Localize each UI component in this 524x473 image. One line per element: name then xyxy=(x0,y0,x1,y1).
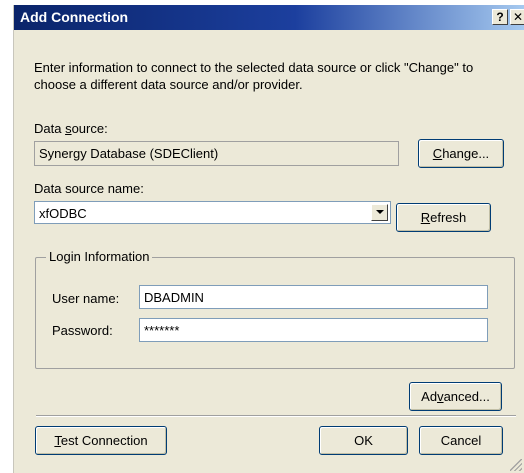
user-name-label: User name: xyxy=(52,291,120,306)
password-field[interactable]: ******* xyxy=(139,318,488,342)
login-information-label: Login Information xyxy=(46,249,153,264)
dialog-title: Add Connection xyxy=(20,9,129,25)
resize-grip-icon[interactable] xyxy=(510,459,522,471)
intro-text: Enter information to connect to the sele… xyxy=(34,60,474,92)
test-connection-button[interactable]: Test Connection xyxy=(35,426,167,455)
user-name-field[interactable]: DBADMIN xyxy=(139,285,488,309)
data-source-name-combobox[interactable]: xfODBC xyxy=(34,201,391,224)
title-bar: Add Connection ? ✕ xyxy=(14,5,524,30)
chevron-down-icon[interactable] xyxy=(371,204,388,221)
refresh-button[interactable]: Refresh xyxy=(396,203,491,232)
divider xyxy=(36,415,516,417)
close-icon[interactable]: ✕ xyxy=(510,9,524,25)
change-button[interactable]: Change... xyxy=(418,139,504,168)
login-information-group: Login Information xyxy=(35,249,515,369)
advanced-button[interactable]: Advanced... xyxy=(409,382,502,411)
add-connection-dialog: Add Connection ? ✕ Enter information to … xyxy=(13,5,524,473)
data-source-name-label: Data source name: xyxy=(34,181,144,196)
data-source-label: Data source: xyxy=(34,121,108,136)
help-icon[interactable]: ? xyxy=(492,9,508,25)
ok-button[interactable]: OK xyxy=(319,426,408,455)
data-source-field: Synergy Database (SDEClient) xyxy=(34,141,399,166)
password-label: Password: xyxy=(52,323,113,338)
data-source-name-value: xfODBC xyxy=(39,206,87,221)
cancel-button[interactable]: Cancel xyxy=(419,426,503,455)
